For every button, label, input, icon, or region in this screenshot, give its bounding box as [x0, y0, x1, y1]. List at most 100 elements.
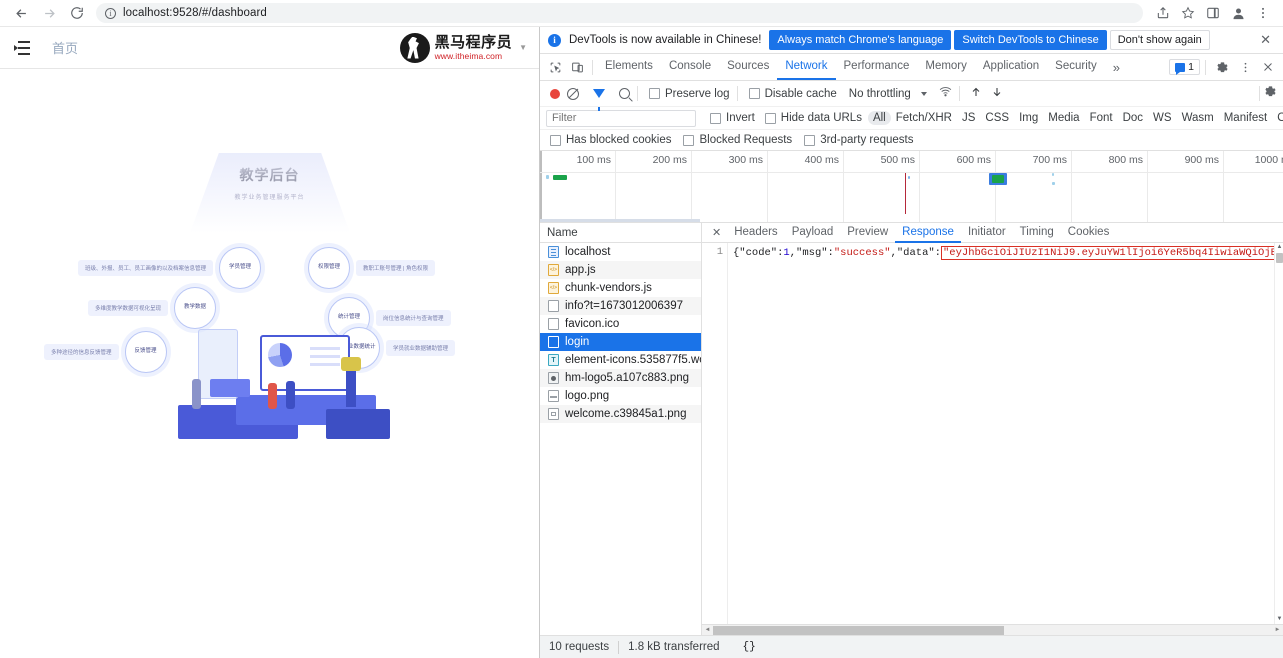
network-conditions-icon[interactable] [939, 85, 952, 103]
json-preview-toggle[interactable]: {} [729, 641, 756, 653]
detail-tab-headers[interactable]: Headers [727, 223, 784, 243]
horizontal-scroll-thumb[interactable] [713, 626, 1004, 635]
table-row[interactable]: app.js [540, 261, 701, 279]
breadcrumb[interactable]: 首页 [52, 38, 78, 57]
tab-elements[interactable]: Elements [597, 55, 661, 80]
detail-tab-initiator[interactable]: Initiator [961, 223, 1013, 243]
horizontal-scroll-track[interactable] [713, 626, 1272, 635]
gear-icon[interactable] [1211, 56, 1233, 78]
clear-icon[interactable] [567, 88, 579, 100]
has-blocked-cookies-checkbox[interactable]: Has blocked cookies [550, 134, 671, 146]
filter-funnel-icon[interactable] [593, 89, 605, 98]
filter-type-js[interactable]: JS [957, 111, 980, 125]
share-icon[interactable] [1151, 2, 1175, 24]
chevron-down-icon[interactable]: ▼ [519, 43, 527, 52]
third-party-box[interactable] [804, 135, 815, 146]
detail-tab-timing[interactable]: Timing [1013, 223, 1061, 243]
filter-type-img[interactable]: Img [1014, 111, 1043, 125]
detail-tab-payload[interactable]: Payload [785, 223, 841, 243]
tab-performance[interactable]: Performance [836, 55, 918, 80]
filter-type-font[interactable]: Font [1085, 111, 1118, 125]
request-column-header[interactable]: Name [540, 223, 701, 243]
search-input[interactable] [546, 110, 696, 127]
export-har-icon[interactable] [988, 86, 1006, 101]
table-row[interactable]: favicon.ico [540, 315, 701, 333]
scroll-right-arrow-icon[interactable]: ► [1272, 627, 1283, 633]
chrome-menu-icon[interactable] [1251, 2, 1275, 24]
more-tabs-icon[interactable]: » [1105, 60, 1128, 75]
hide-data-urls-box[interactable] [765, 113, 776, 124]
blocked-requests-box[interactable] [683, 135, 694, 146]
invert-box[interactable] [710, 113, 721, 124]
table-row-selected[interactable]: login [540, 333, 701, 351]
brand-logo[interactable]: 黑马程序员 www.itheima.com [400, 33, 513, 63]
forward-arrow-icon[interactable] [36, 2, 62, 24]
third-party-requests-checkbox[interactable]: 3rd-party requests [804, 134, 913, 146]
response-body[interactable]: 1 {"code":1,"msg":"success","data":"eyJh… [702, 243, 1283, 624]
address-bar[interactable]: i localhost:9528/#/dashboard [96, 3, 1143, 23]
profile-avatar-icon[interactable] [1226, 2, 1250, 24]
network-timeline-overview[interactable]: 100 ms 200 ms 300 ms 400 ms 500 ms 600 m… [540, 151, 1283, 223]
table-row[interactable]: welcome.c39845a1.png [540, 405, 701, 423]
tab-application[interactable]: Application [975, 55, 1047, 80]
blocked-requests-checkbox[interactable]: Blocked Requests [683, 134, 792, 146]
tab-sources[interactable]: Sources [719, 55, 777, 80]
dont-show-again-button[interactable]: Don't show again [1110, 30, 1210, 50]
chevron-down-icon[interactable] [921, 92, 927, 96]
table-row[interactable]: hm-logo5.a107c883.png [540, 369, 701, 387]
filter-type-all[interactable]: All [868, 111, 891, 125]
search-icon[interactable] [619, 88, 630, 99]
scroll-left-arrow-icon[interactable]: ◄ [702, 627, 713, 633]
tab-network[interactable]: Network [777, 55, 835, 80]
gear-icon[interactable] [1264, 85, 1277, 103]
vertical-scroll-thumb[interactable] [1276, 253, 1283, 263]
filter-type-css[interactable]: CSS [980, 111, 1014, 125]
message-badge-icon[interactable]: 1 [1169, 59, 1200, 75]
back-arrow-icon[interactable] [8, 2, 34, 24]
table-row[interactable]: chunk-vendors.js [540, 279, 701, 297]
tab-console[interactable]: Console [661, 55, 719, 80]
menu-collapse-icon[interactable] [14, 41, 30, 55]
preserve-log-box[interactable] [649, 88, 660, 99]
kebab-menu-icon[interactable] [1234, 56, 1256, 78]
site-info-icon[interactable]: i [105, 8, 116, 19]
detail-tab-preview[interactable]: Preview [840, 223, 895, 243]
close-icon[interactable]: ✕ [1256, 32, 1275, 48]
disable-cache-box[interactable] [749, 88, 760, 99]
device-toolbar-icon[interactable] [566, 56, 588, 78]
scroll-up-arrow-icon[interactable]: ▲ [1275, 243, 1283, 252]
response-vertical-scrollbar[interactable]: ▲ ▼ [1274, 243, 1283, 624]
response-code-line[interactable]: {"code":1,"msg":"success","data":"eyJhbG… [728, 243, 1283, 624]
hide-data-urls-checkbox[interactable]: Hide data URLs [765, 112, 862, 124]
invert-checkbox[interactable]: Invert [710, 112, 755, 124]
side-panel-icon[interactable] [1201, 2, 1225, 24]
disable-cache-checkbox[interactable]: Disable cache [749, 88, 837, 100]
bookmark-star-icon[interactable] [1176, 2, 1200, 24]
has-blocked-cookies-box[interactable] [550, 135, 561, 146]
tab-security[interactable]: Security [1047, 55, 1105, 80]
filter-type-other[interactable]: Other [1272, 111, 1283, 125]
throttling-select[interactable]: No throttling [849, 88, 911, 100]
table-row[interactable]: info?t=1673012006397 [540, 297, 701, 315]
table-row[interactable]: localhost [540, 243, 701, 261]
filter-type-media[interactable]: Media [1043, 111, 1084, 125]
filter-type-fetch-xhr[interactable]: Fetch/XHR [891, 111, 957, 125]
tab-memory[interactable]: Memory [917, 55, 975, 80]
filter-type-doc[interactable]: Doc [1118, 111, 1148, 125]
close-devtools-icon[interactable] [1257, 56, 1279, 78]
switch-to-chinese-button[interactable]: Switch DevTools to Chinese [954, 30, 1106, 50]
always-match-language-button[interactable]: Always match Chrome's language [769, 30, 951, 50]
detail-tab-cookies[interactable]: Cookies [1061, 223, 1117, 243]
filter-type-manifest[interactable]: Manifest [1219, 111, 1272, 125]
preserve-log-checkbox[interactable]: Preserve log [649, 88, 730, 100]
import-har-icon[interactable] [967, 86, 985, 101]
table-row[interactable]: element-icons.535877f5.woff [540, 351, 701, 369]
overview-scrollbar[interactable] [540, 219, 700, 222]
inspect-element-icon[interactable] [544, 56, 566, 78]
response-horizontal-scrollbar[interactable]: ◄ ► [702, 624, 1283, 635]
record-stop-icon[interactable] [550, 89, 560, 99]
close-icon[interactable]: ✕ [706, 226, 727, 239]
filter-type-wasm[interactable]: Wasm [1177, 111, 1219, 125]
reload-icon[interactable] [64, 2, 90, 24]
table-row[interactable]: logo.png [540, 387, 701, 405]
